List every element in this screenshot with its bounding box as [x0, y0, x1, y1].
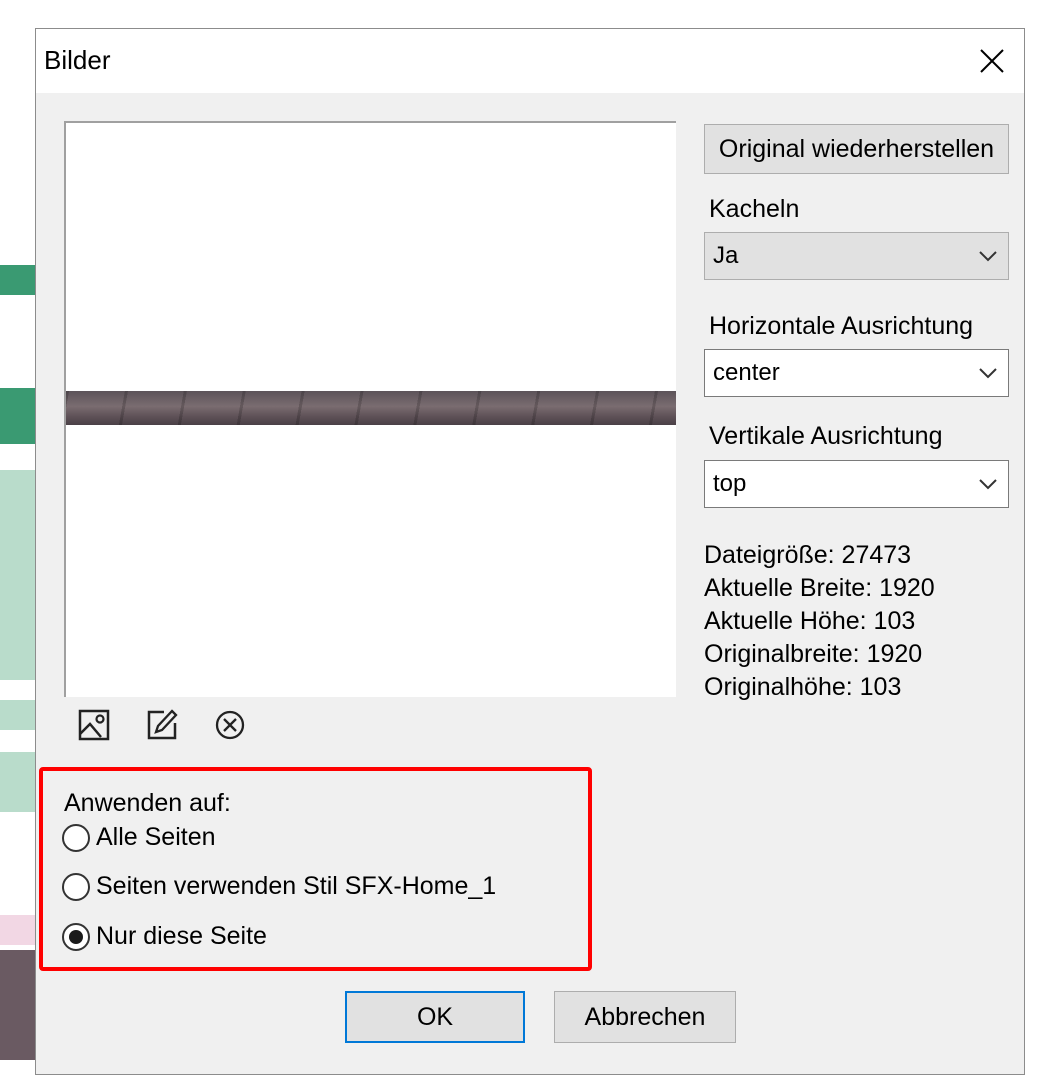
- radio-label: Seiten verwenden Stil SFX-Home_1: [96, 872, 497, 900]
- horizontal-alignment-value: center: [713, 359, 780, 386]
- background-strip: [0, 265, 36, 295]
- vertical-alignment-value: top: [713, 470, 747, 497]
- background-strip: [0, 915, 36, 945]
- original-width: Originalbreite: 1920: [704, 640, 923, 668]
- chevron-down-icon: [968, 250, 1008, 262]
- apply-to-label: Anwenden auf:: [64, 789, 231, 817]
- images-dialog: Bilder Original wiederherstellen Kacheln…: [35, 28, 1025, 1075]
- current-height: Aktuelle Höhe: 103: [704, 607, 916, 635]
- background-strip: [0, 700, 36, 730]
- radio-pages-using-style[interactable]: Seiten verwenden Stil SFX-Home_1: [62, 872, 496, 901]
- chevron-down-icon: [968, 478, 1008, 490]
- vertical-alignment-select[interactable]: top: [704, 460, 1009, 508]
- preview-image-wood: [66, 391, 676, 425]
- insert-image-button[interactable]: [76, 707, 112, 743]
- current-width: Aktuelle Breite: 1920: [704, 574, 935, 602]
- radio-label: Alle Seiten: [96, 823, 216, 851]
- background-strip: [0, 388, 36, 444]
- image-icon: [78, 709, 110, 741]
- radio-dot: [69, 929, 83, 944]
- radio-label: Nur diese Seite: [96, 922, 267, 950]
- edit-image-button[interactable]: [144, 707, 180, 743]
- horizontal-alignment-select[interactable]: center: [704, 349, 1009, 397]
- tiling-label: Kacheln: [709, 195, 800, 223]
- chevron-down-icon: [968, 367, 1008, 379]
- remove-icon: [215, 710, 245, 740]
- file-size: Dateigröße: 27473: [704, 541, 912, 569]
- radio-button-selected[interactable]: [62, 922, 90, 951]
- original-height: Originalhöhe: 103: [704, 673, 902, 701]
- tiling-select-value: Ja: [713, 242, 739, 269]
- cancel-button[interactable]: Abbrechen: [554, 991, 736, 1043]
- remove-image-button[interactable]: [212, 707, 248, 743]
- radio-all-pages[interactable]: Alle Seiten: [62, 823, 216, 852]
- vertical-alignment-label: Vertikale Ausrichtung: [709, 422, 943, 450]
- close-icon: [980, 49, 1004, 73]
- title-bar: Bilder: [36, 29, 1024, 93]
- image-info: Dateigröße: 27473 Aktuelle Breite: 1920 …: [704, 539, 935, 704]
- background-strip: [0, 752, 36, 812]
- radio-button[interactable]: [62, 872, 90, 901]
- radio-button[interactable]: [62, 823, 90, 852]
- close-button[interactable]: [960, 29, 1024, 93]
- dialog-title: Bilder: [44, 45, 111, 75]
- edit-icon: [147, 709, 178, 740]
- ok-button[interactable]: OK: [345, 991, 525, 1043]
- image-toolbar: [76, 707, 248, 743]
- background-strip: [0, 470, 36, 680]
- image-preview: [64, 121, 676, 697]
- tiling-select[interactable]: Ja: [704, 232, 1009, 280]
- radio-this-page-only[interactable]: Nur diese Seite: [62, 922, 267, 951]
- horizontal-alignment-label: Horizontale Ausrichtung: [709, 312, 974, 340]
- background-strip: [0, 950, 36, 1060]
- restore-original-button[interactable]: Original wiederherstellen: [704, 124, 1009, 174]
